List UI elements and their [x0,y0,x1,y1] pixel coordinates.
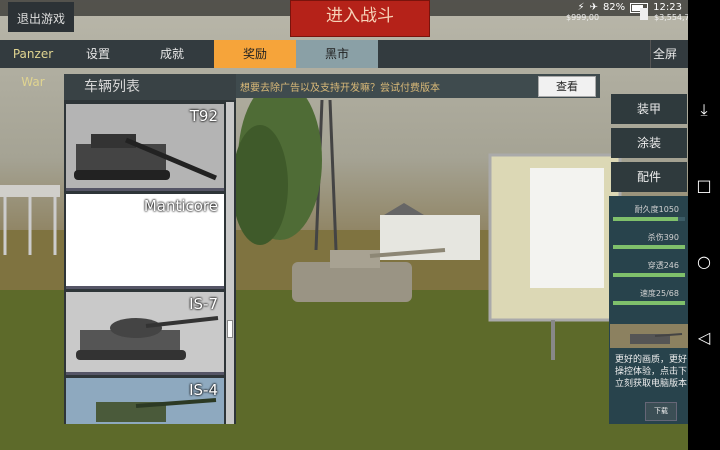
android-nav-bar: ⤓ □ ○ ◁ [688,0,720,450]
vehicle-name: IS-7 [189,295,218,313]
stat-speed: 速度25/68 [613,288,685,305]
stat-bar [613,273,685,277]
back-icon[interactable]: ◁ [694,328,714,348]
stat-fill [613,245,685,249]
stats-panel: 耐久度1050 杀伤390 穿透246 速度25/68 更好的画质，更好 操控体… [609,196,688,424]
scrollbar-thumb[interactable] [227,320,233,338]
tab-black-market[interactable]: 黑市 [296,40,378,68]
download-button[interactable]: 下载 [645,402,677,421]
stat-bar [613,301,685,305]
vehicle-name: T92 [189,107,218,125]
battery-percent: 82% [602,2,626,13]
stat-fill [613,273,685,277]
coin-icon [640,8,648,20]
ad-text: 想要去除广告以及支持开发嘛？尝试付费版本 [240,83,440,94]
vehicle-list[interactable]: T92 Manticore IS-7 IS-4 [64,102,224,424]
money-display-left: $999,00 [566,13,600,22]
paint-button[interactable]: 涂装 [611,128,687,158]
stat-damage: 杀伤390 [613,232,685,249]
tab-settings[interactable]: 设置 [66,40,130,68]
recent-apps-icon[interactable]: □ [694,176,714,196]
vehicle-card[interactable]: Manticore [66,194,224,289]
ad-banner: 想要去除广告以及支持开发嘛？尝试付费版本 查看 [236,74,600,98]
vehicle-list-title: 车辆列表 [64,74,236,100]
stat-label: 杀伤390 [647,233,679,242]
parts-button[interactable]: 配件 [611,162,687,192]
promo-text: 更好的画质，更好 操控体验，点击下 立刻获取电脑版本 [615,354,688,390]
home-icon[interactable]: ○ [694,252,714,272]
brand-label: Panzer War [12,47,54,89]
vehicle-list-scrollbar[interactable] [226,102,234,424]
tab-achievements[interactable]: 成就 [130,40,214,68]
ad-view-button[interactable]: 查看 [538,76,596,97]
stat-durability: 耐久度1050 [613,204,685,221]
vehicle-card[interactable]: IS-4 [66,378,224,424]
stat-bar [613,245,685,249]
promo-line: 立刻获取电脑版本 [615,379,688,389]
stat-fill [613,301,685,305]
promo-image [610,324,688,348]
enter-battle-button[interactable]: 进入战斗 [290,0,430,37]
stat-label: 耐久度1050 [634,205,679,214]
promo-line: 更好的画质，更好 [615,355,688,365]
vehicle-name: Manticore [143,197,218,215]
vehicle-list-panel: 车辆列表 T92 Manticore IS-7 IS-4 [64,74,236,424]
fullscreen-button[interactable]: 全屏 [650,40,691,68]
vehicle-name: IS-4 [189,381,218,399]
stat-label: 速度25/68 [639,289,679,298]
dropdown-arrow-icon[interactable]: ⤓ [694,100,714,120]
exit-game-button[interactable]: 退出游戏 [8,2,74,32]
promo-line: 操控体验，点击下 [615,367,688,377]
tab-bar: Panzer War 设置 成就 奖励 黑市 全屏 [0,40,691,89]
vehicle-card[interactable]: T92 [66,104,224,191]
stat-bar [613,217,685,221]
tab-rewards[interactable]: 奖励 [214,40,296,68]
armor-button[interactable]: 装甲 [611,94,687,124]
stat-fill [613,217,678,221]
vehicle-card[interactable]: IS-7 [66,292,224,375]
stat-label: 穿透246 [647,261,679,270]
stat-penetration: 穿透246 [613,260,685,277]
